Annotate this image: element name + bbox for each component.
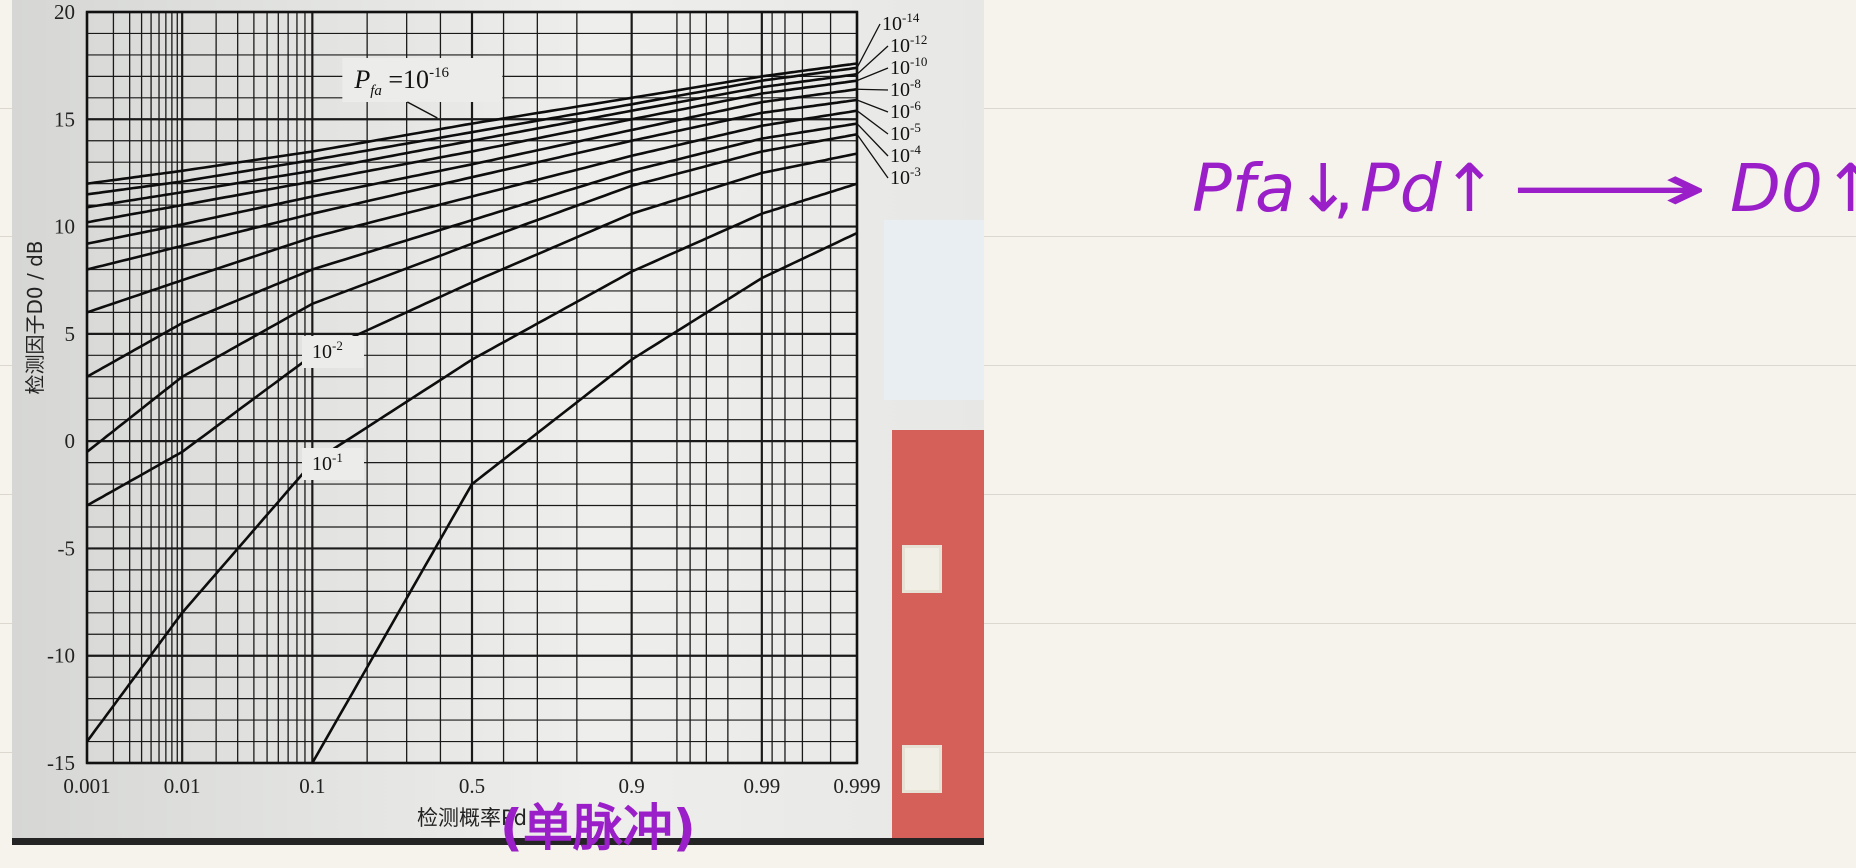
formula-d0: D0↑ (1730, 150, 1856, 227)
x-tick-label: 0.1 (299, 774, 325, 798)
series-label-leader (406, 101, 438, 119)
series-label-leader (856, 110, 889, 135)
y-tick-label: 15 (54, 107, 75, 131)
y-tick-label: -5 (58, 536, 76, 560)
chart-photo: 20 15 10 5 0 -5 -10 -15 0.001 0.01 0.1 0.5 0.9 0.99 0.… (12, 0, 984, 845)
formula-pfa: Pfa↓ (1192, 150, 1351, 227)
y-tick-label: 5 (65, 322, 76, 346)
formula-pd: Pd↑ (1360, 150, 1497, 227)
y-tick-label: 10 (54, 215, 75, 239)
y-axis-title: 检测因子D0 / dB (23, 241, 47, 395)
x-tick-label: 0.5 (459, 774, 485, 798)
series-label-leader (856, 99, 889, 113)
y-tick-label: -10 (47, 644, 75, 668)
formula-separator: , (1333, 150, 1354, 227)
x-tick-label: 0.001 (63, 774, 110, 798)
x-tick-label: 0.99 (743, 774, 780, 798)
y-tick-label: -15 (47, 751, 75, 775)
y-tick-label: 0 (65, 429, 76, 453)
series-label-right: 10-3 (890, 164, 921, 189)
detection-chart: 20151050-5-10-150.001 0.01 0.1 0.5 0.9 0.99 0.… (23, 0, 927, 830)
series-label-leader (856, 133, 889, 179)
series-label-leader (856, 88, 889, 91)
series-label-leader (856, 23, 881, 69)
arrow-icon: ⟶ (1510, 150, 1709, 227)
series-label-right: 10-10 (890, 54, 927, 79)
y-tick-label: 20 (54, 0, 75, 24)
x-tick-label: 0.01 (164, 774, 201, 798)
handwritten-note: (单脉冲) (500, 799, 696, 857)
x-tick-label: 0.999 (833, 774, 880, 798)
